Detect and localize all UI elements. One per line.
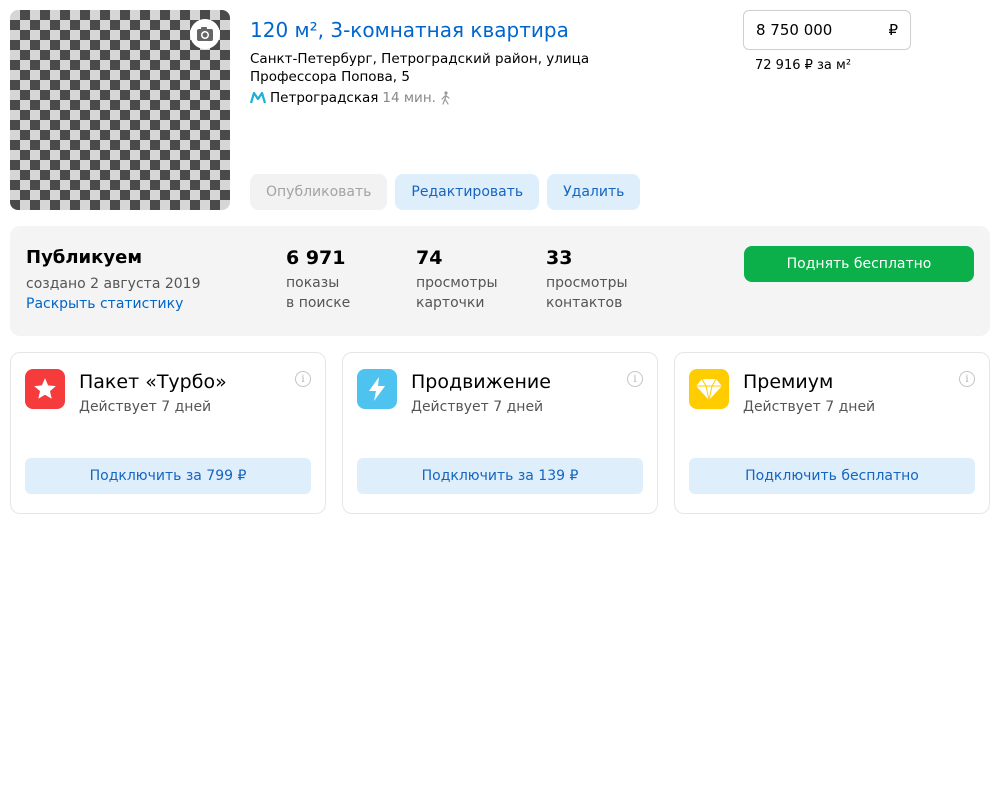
turbo-badge (25, 369, 65, 409)
stat-label: просмотры карточки (416, 273, 498, 313)
stat-label-line: показы (286, 275, 340, 291)
service-card-turbo: Пакет «Турбо» Действует 7 дней i Подключ… (10, 352, 326, 514)
stat-card-views: 74 просмотры карточки (416, 247, 498, 313)
stat-contact-views: 33 просмотры контактов (546, 247, 628, 313)
service-duration: Действует 7 дней (743, 399, 876, 415)
listing-card: 120 м², 3-комнатная квартира Санкт-Петер… (10, 10, 990, 210)
star-icon (34, 378, 56, 399)
stat-value: 74 (416, 247, 443, 269)
lightning-icon (369, 377, 385, 401)
metro-station: Петроградская (270, 90, 379, 106)
promotion-badge (357, 369, 397, 409)
connect-promotion-button[interactable]: Подключить за 139 ₽ (357, 458, 643, 494)
edit-button[interactable]: Редактировать (395, 174, 540, 210)
stat-label: показы в поиске (286, 273, 350, 313)
stat-label-line: карточки (416, 295, 485, 311)
price-value: 8 750 000 (756, 21, 833, 39)
connect-turbo-button[interactable]: Подключить за 799 ₽ (25, 458, 311, 494)
listing-address: Санкт-Петербург, Петроградский район, ул… (250, 51, 590, 85)
stat-impressions: 6 971 показы в поиске (286, 247, 350, 313)
stat-label-line: просмотры (546, 275, 628, 291)
stat-value: 6 971 (286, 247, 346, 269)
metro-icon (250, 92, 266, 104)
listing-title[interactable]: 120 м², 3-комнатная квартира (250, 18, 569, 42)
service-card-promotion: Продвижение Действует 7 дней i Подключит… (342, 352, 658, 514)
walking-icon (441, 91, 450, 105)
stats-panel: Публикуем создано 2 августа 2019 Раскрыт… (10, 226, 990, 336)
stat-label-line: контактов (546, 295, 623, 311)
service-name: Премиум (743, 371, 834, 393)
delete-button[interactable]: Удалить (547, 174, 641, 210)
metro-time: 14 мин. (382, 90, 436, 106)
publication-status: Публикуем (26, 247, 143, 268)
price-input[interactable]: 8 750 000 ₽ (743, 10, 911, 50)
camera-icon (197, 27, 213, 41)
listing-actions: Опубликовать Редактировать Удалить (250, 174, 641, 210)
service-card-premium: Премиум Действует 7 дней i Подключить бе… (674, 352, 990, 514)
services-list: Пакет «Турбо» Действует 7 дней i Подключ… (10, 352, 990, 514)
service-name: Пакет «Турбо» (79, 371, 227, 393)
connect-premium-button[interactable]: Подключить бесплатно (689, 458, 975, 494)
stat-label-line: в поиске (286, 295, 351, 311)
metro-info: Петроградская 14 мин. (250, 90, 452, 106)
currency-symbol: ₽ (888, 21, 898, 39)
service-duration: Действует 7 дней (79, 399, 212, 415)
expand-stats-link[interactable]: Раскрыть статистику (26, 296, 183, 312)
publish-button[interactable]: Опубликовать (250, 174, 388, 210)
stat-label: просмотры контактов (546, 273, 628, 313)
price-per-sqm: 72 916 ₽ за м² (755, 58, 852, 73)
service-name: Продвижение (411, 371, 551, 393)
info-icon[interactable]: i (295, 371, 311, 387)
stat-value: 33 (546, 247, 573, 269)
premium-badge (689, 369, 729, 409)
listing-photo-placeholder[interactable] (10, 10, 230, 210)
info-icon[interactable]: i (959, 371, 975, 387)
diamond-icon (696, 378, 722, 401)
raise-free-button[interactable]: Поднять бесплатно (744, 246, 974, 282)
info-icon[interactable]: i (627, 371, 643, 387)
service-duration: Действует 7 дней (411, 399, 544, 415)
created-date: создано 2 августа 2019 (26, 276, 201, 292)
stat-label-line: просмотры (416, 275, 498, 291)
camera-button[interactable] (190, 19, 220, 49)
